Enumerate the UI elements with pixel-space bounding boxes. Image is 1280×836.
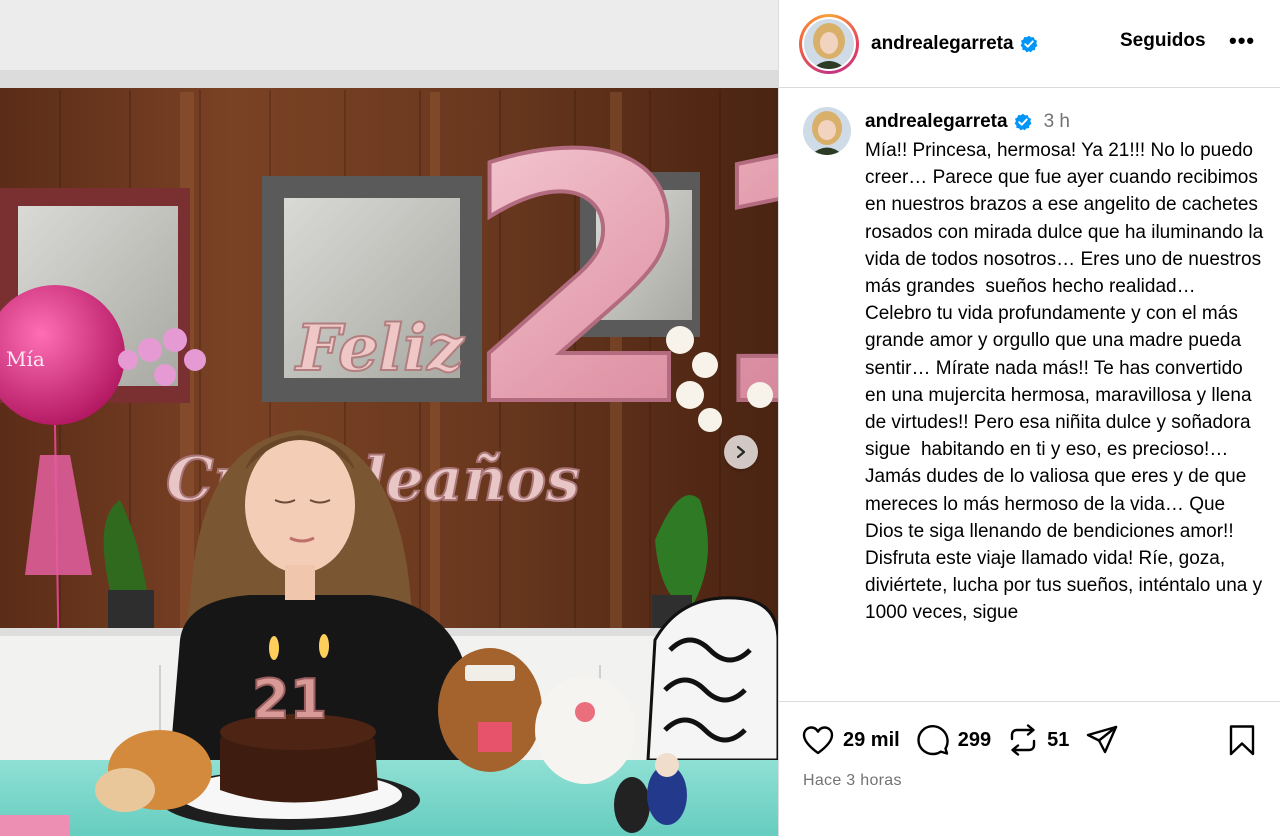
caption-text: Mía!! Princesa, hermosa! Ya 21!!! No lo … — [865, 140, 1269, 624]
like-button[interactable]: 29 mil — [801, 724, 900, 756]
bookmark-icon — [1229, 725, 1255, 756]
chevron-right-icon — [736, 445, 746, 459]
birthday-photo-illustration: Feliz 21 Cumpleaños Mía — [0, 0, 778, 836]
comment-icon — [917, 724, 949, 756]
candle-number: 21 — [252, 668, 327, 731]
save-button[interactable] — [1227, 724, 1257, 761]
heart-icon — [802, 726, 834, 755]
action-bar: 29 mil 299 51 — [801, 722, 1135, 758]
reposts-count[interactable]: 51 — [1047, 729, 1069, 752]
caption-avatar[interactable] — [803, 107, 851, 155]
orb-name-label: Mía — [6, 347, 45, 371]
feliz-balloon-letters: Feliz — [294, 311, 465, 386]
repost-icon — [1010, 724, 1036, 756]
post-header: andrealegarreta Seguidos ••• — [779, 0, 1280, 88]
instagram-post: Feliz 21 Cumpleaños Mía — [0, 0, 1280, 836]
post-photo[interactable]: Feliz 21 Cumpleaños Mía — [0, 0, 778, 836]
repost-button[interactable]: 51 — [1007, 723, 1069, 757]
story-ring[interactable] — [799, 13, 859, 74]
caption-timestamp[interactable]: 3 h — [1044, 111, 1070, 133]
header-username[interactable]: andrealegarreta — [871, 33, 1014, 55]
comments-count[interactable]: 299 — [958, 729, 991, 752]
avatar — [804, 18, 854, 69]
actions-divider — [779, 701, 1280, 702]
next-photo-button[interactable] — [724, 435, 758, 469]
balloon-number-21: 21 — [462, 85, 778, 481]
caption-header: andrealegarreta 3 h — [865, 111, 1070, 133]
following-button[interactable]: Seguidos — [1120, 30, 1206, 52]
share-button[interactable] — [1085, 724, 1119, 756]
comment-button[interactable]: 299 — [916, 723, 991, 757]
posted-time[interactable]: Hace 3 horas — [803, 772, 902, 790]
caption-username[interactable]: andrealegarreta — [865, 111, 1008, 133]
caption-area: andrealegarreta 3 h Mía!! Princesa, herm… — [779, 89, 1280, 701]
post-side-panel: andrealegarreta Seguidos ••• andrealegar… — [779, 0, 1280, 836]
verified-badge-icon — [1014, 113, 1032, 131]
share-icon — [1087, 725, 1118, 754]
verified-badge-icon — [1020, 35, 1038, 53]
more-options-button[interactable]: ••• — [1229, 28, 1255, 54]
likes-count[interactable]: 29 mil — [843, 729, 900, 752]
